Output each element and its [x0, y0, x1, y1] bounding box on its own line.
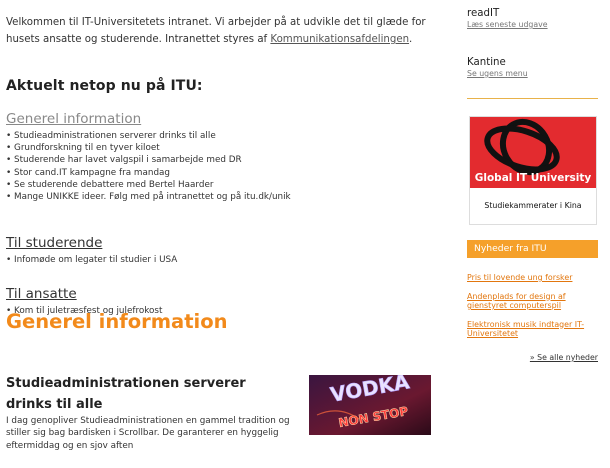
intro-text: Velkommen til IT-Universitetets intranet…	[6, 14, 431, 48]
list-item[interactable]: Se studerende debattere med Bertel Haard…	[6, 179, 434, 191]
section-employees-title[interactable]: Til ansatte	[6, 286, 434, 303]
banner-logo-background: Global IT University	[470, 117, 596, 188]
list-item[interactable]: Studieadministrationen serverer drinks t…	[6, 130, 434, 142]
banner-logo-text: Global IT University	[475, 172, 592, 184]
section-general-title[interactable]: Generel information	[6, 111, 434, 128]
list-item[interactable]: Infomøde om legater til studier i USA	[6, 254, 434, 266]
readit-link[interactable]: Læs seneste udgave	[467, 20, 548, 29]
list-item[interactable]: Grundforskning til en tyver kiloet	[6, 142, 434, 154]
article-title[interactable]: Studieadministrationen serverer drinks t…	[6, 373, 296, 415]
neon-sign-image: VODKA NON STOP	[309, 375, 431, 435]
section-students-title[interactable]: Til studerende	[6, 235, 434, 252]
general-information-heading: Generel information	[6, 310, 228, 333]
readit-block: readIT Læs seneste udgave	[467, 8, 548, 29]
news-item-link[interactable]: Elektronisk musik indtager IT-Universite…	[467, 320, 584, 339]
banner-caption: Studiekammerater i Kina	[484, 201, 582, 210]
news-item[interactable]: Elektronisk musik indtager IT-Universite…	[467, 320, 603, 339]
global-it-banner[interactable]: Global IT University Studiekammerater i …	[469, 116, 597, 225]
news-item[interactable]: Pris til lovende ung forsker	[467, 273, 603, 283]
section-students-list: Infomøde om legater til studier i USA	[6, 254, 434, 266]
kantine-title: Kantine	[467, 57, 506, 68]
current-news-heading: Aktuelt netop nu på ITU:	[6, 78, 203, 94]
article-image[interactable]: VODKA NON STOP	[309, 375, 431, 435]
news-item[interactable]: Andenplads for design af gienstyret comp…	[467, 292, 603, 311]
sidebar-divider	[467, 98, 598, 99]
news-list: Pris til lovende ung forsker Andenplads …	[467, 273, 603, 348]
section-general: Generel information Studieadministration…	[6, 111, 434, 203]
list-item[interactable]: Studerende har lavet valgspil i samarbej…	[6, 154, 434, 166]
kantine-link[interactable]: Se ugens menu	[467, 69, 528, 78]
intro-end: .	[409, 34, 413, 45]
communications-dept-link[interactable]: Kommunikationsafdelingen	[270, 34, 409, 45]
article-body: I dag genopliver Studieadministrationen …	[6, 416, 290, 451]
globe-logo-icon: Global IT University	[475, 118, 592, 184]
news-item-link[interactable]: Pris til lovende ung forsker	[467, 273, 572, 282]
list-item[interactable]: Mange UNIKKE ideer. Følg med på intranet…	[6, 191, 434, 203]
list-item[interactable]: Stor cand.IT kampagne fra mandag	[6, 167, 434, 179]
section-students: Til studerende Infomøde om legater til s…	[6, 235, 434, 266]
readit-title: readIT	[467, 8, 500, 19]
section-general-list: Studieadministrationen serverer drinks t…	[6, 130, 434, 203]
all-news-link[interactable]: » Se alle nyheder	[530, 353, 598, 362]
news-header: Nyheder fra ITU	[467, 240, 598, 258]
kantine-block: Kantine Se ugens menu	[467, 57, 528, 78]
news-item-link[interactable]: Andenplads for design af gienstyret comp…	[467, 292, 566, 311]
